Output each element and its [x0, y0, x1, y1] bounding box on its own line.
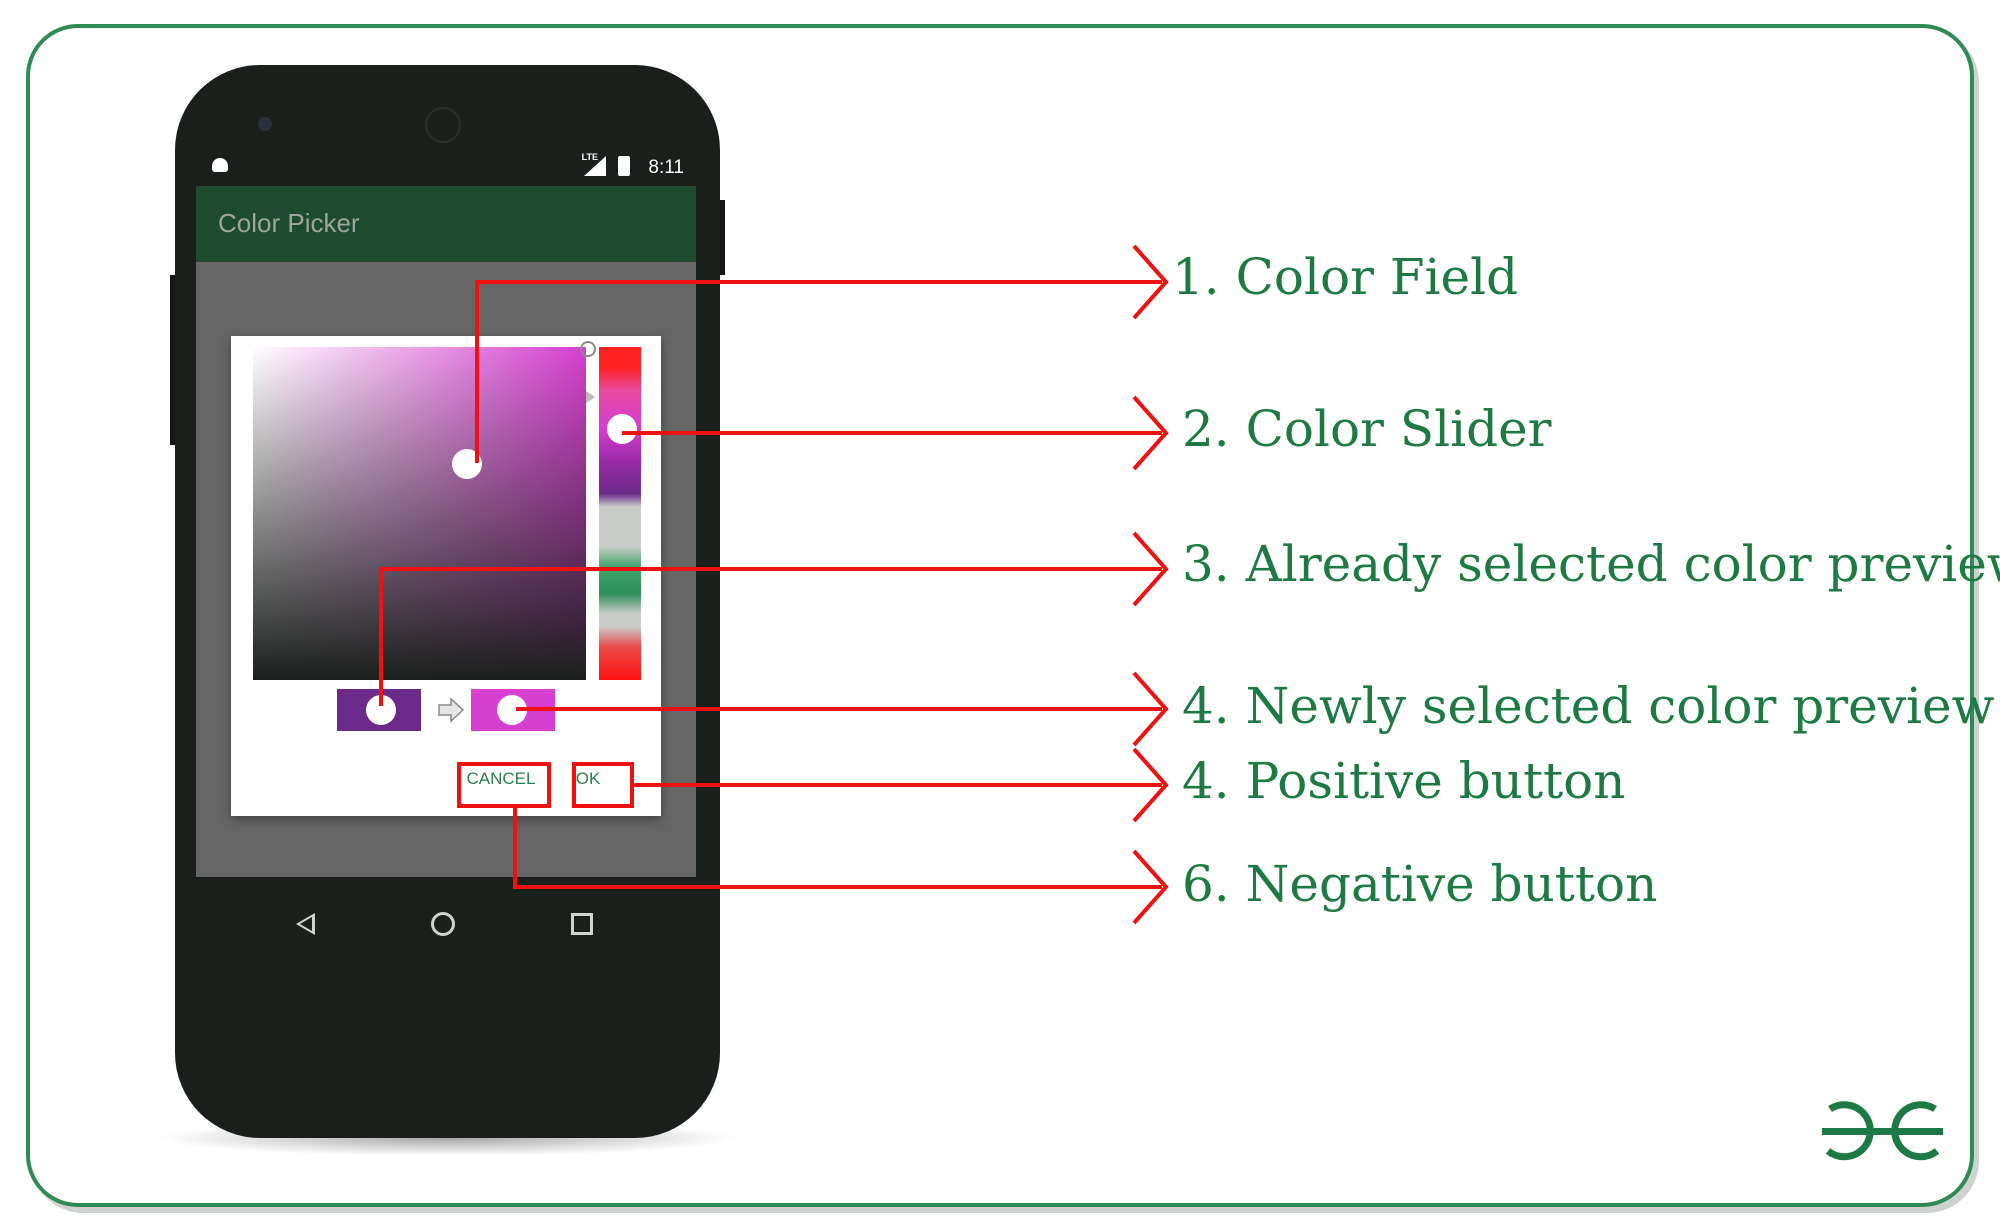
arrow-right-icon — [438, 697, 465, 723]
android-icon — [212, 158, 228, 172]
cancel-callout-box — [457, 762, 551, 808]
color-field[interactable] — [253, 347, 586, 680]
old-preview-dot — [366, 695, 396, 725]
color-picker-dialog: CANCEL OK — [231, 336, 661, 816]
annotation-negative-button: 6. Negative button — [1182, 855, 1658, 913]
signal-icon — [584, 156, 606, 176]
status-time: 8:11 — [648, 157, 684, 178]
annotation-old-preview: 3. Already selected color preview — [1182, 535, 2000, 593]
annotation-positive-button: 4. Positive button — [1182, 752, 1626, 810]
recents-icon[interactable] — [571, 913, 593, 935]
app-bar: Color Picker — [196, 186, 696, 262]
front-camera-icon — [258, 117, 272, 131]
new-preview-dot — [497, 695, 527, 725]
ok-callout-box — [572, 762, 634, 808]
geeksforgeeks-logo — [1822, 1101, 1943, 1161]
navigation-bar — [196, 877, 696, 971]
back-icon-inner — [300, 917, 312, 931]
phone-screen: LTE 8:11 Color Picker CANCEL OK — [196, 148, 696, 971]
annotation-color-field: 1. Color Field — [1172, 248, 1519, 306]
annotation-color-slider: 2. Color Slider — [1182, 400, 1552, 458]
annotation-new-preview: 4. Newly selected color preview — [1182, 677, 1995, 735]
battery-icon — [618, 156, 630, 176]
earpiece-icon — [425, 107, 461, 143]
status-bar: LTE 8:11 — [196, 148, 696, 186]
color-field-handle[interactable] — [452, 449, 482, 479]
home-icon[interactable] — [431, 912, 455, 936]
color-slider-handle[interactable] — [607, 414, 637, 444]
app-title: Color Picker — [218, 208, 360, 238]
slider-ring-icon — [580, 341, 596, 357]
color-slider[interactable] — [599, 347, 641, 680]
slider-pointer-icon — [586, 391, 595, 403]
